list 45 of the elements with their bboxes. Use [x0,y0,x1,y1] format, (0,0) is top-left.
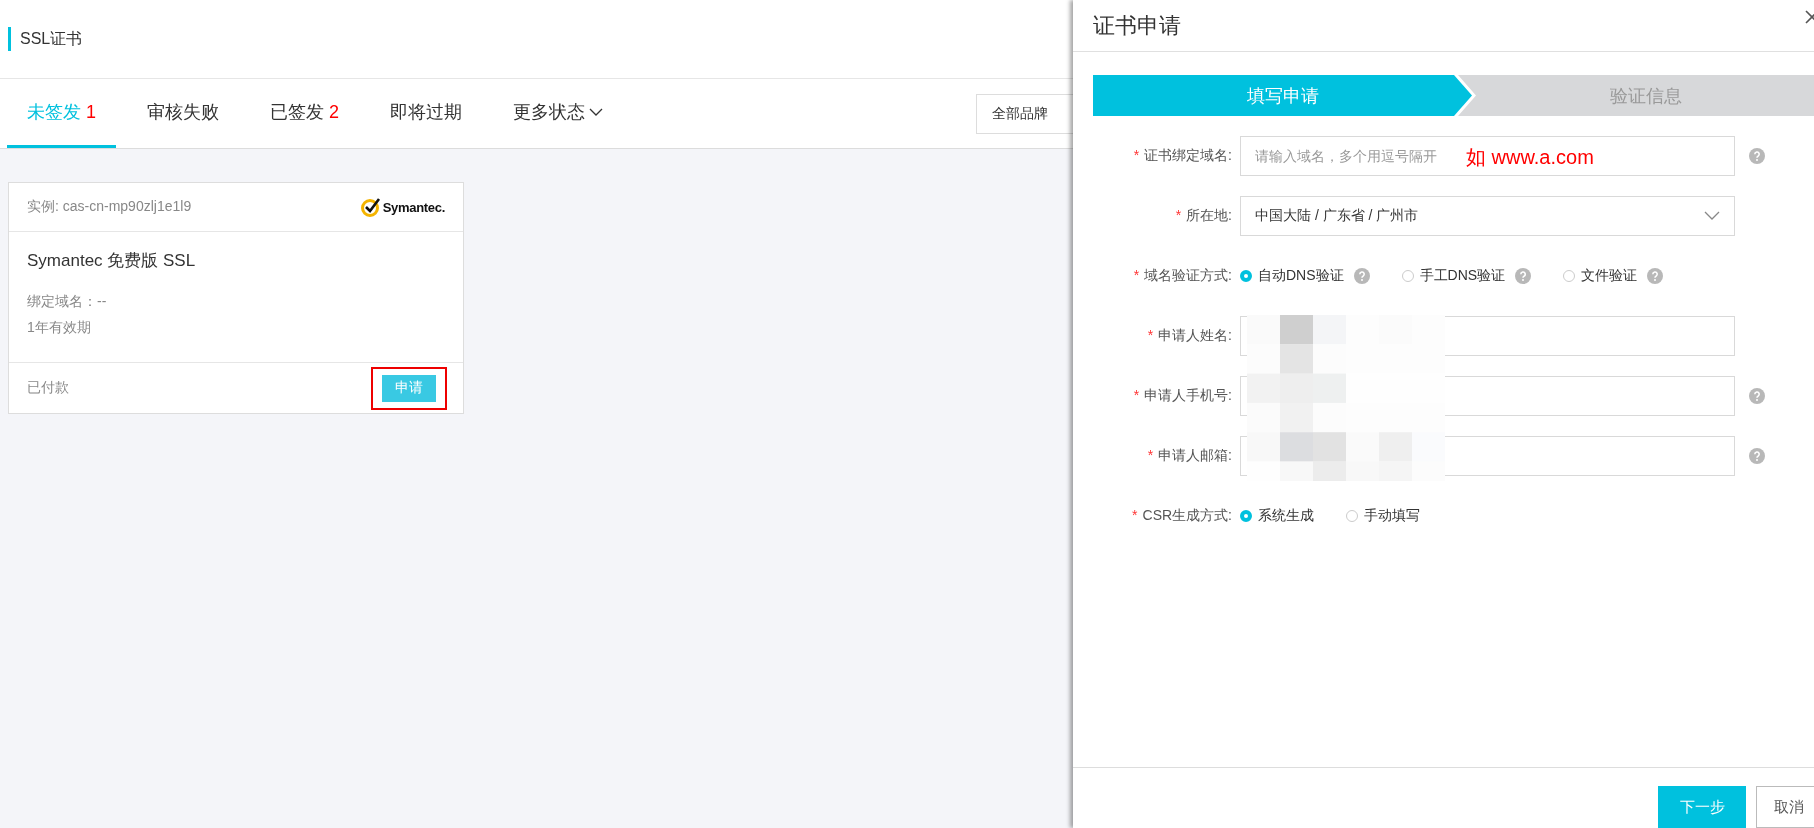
chevron-down-icon [589,107,604,117]
required-mark: * [1133,267,1140,285]
field-label: 所在地: [1186,207,1232,225]
option-label[interactable]: 自动DNS验证 [1258,267,1344,285]
required-mark: * [1133,147,1140,165]
required-mark: * [1175,207,1182,225]
required-mark: * [1133,387,1140,405]
step: 验证信息 [1458,75,1814,116]
close-icon [1804,8,1814,26]
radio-button[interactable] [1401,270,1414,282]
option-label[interactable]: 系统生成 [1258,507,1314,525]
tab[interactable]: 更多状态 [493,79,624,148]
step: 填写申请 [1093,75,1472,116]
validity: 1年有效期 [27,318,92,337]
checkmark-logo-icon [360,197,381,217]
tab[interactable]: 即将过期 [370,79,483,148]
required-mark: * [1132,507,1138,525]
cancel-button[interactable]: 取消 [1756,786,1814,828]
tab[interactable]: 已签发 2 [250,79,360,148]
brand-logo: Symantec. [382,199,445,215]
field-label: 申请人邮箱: [1158,447,1232,465]
field-label: 申请人手机号: [1144,387,1232,405]
radio-button[interactable] [1563,270,1576,282]
annotation-text: 如 www.a.com [1466,145,1594,170]
page-title: SSL证书 [8,27,83,51]
tab[interactable]: 审核失败 [127,79,239,148]
payment-status: 已付款 [27,379,69,397]
instance-id: 实例: cas-cn-mp90zlj1e1l9 [27,198,192,216]
field-label: CSR生成方式: [1142,507,1232,525]
field-label: 域名验证方式: [1144,267,1232,285]
product-name: Symantec 免费版 SSL [27,250,197,272]
drawer-title: 证书申请 [1093,11,1181,40]
bound-domain: 绑定域名：-- [27,292,108,311]
radio-button[interactable] [1240,510,1252,522]
option-label[interactable]: 文件验证 [1581,267,1638,285]
radio-button[interactable] [1346,510,1358,522]
option-label[interactable]: 手动填写 [1364,507,1420,525]
radio-button[interactable] [1240,270,1252,282]
chevron-down-icon [1704,211,1720,221]
field-label: 证书绑定域名: [1144,147,1232,165]
required-mark: * [1147,327,1154,345]
option-label[interactable]: 手工DNS验证 [1419,267,1506,285]
field-label: 申请人姓名: [1158,327,1232,345]
location-select[interactable]: 中国大陆 / 广东省 / 广州市 [1240,196,1735,236]
required-mark: * [1147,447,1154,465]
